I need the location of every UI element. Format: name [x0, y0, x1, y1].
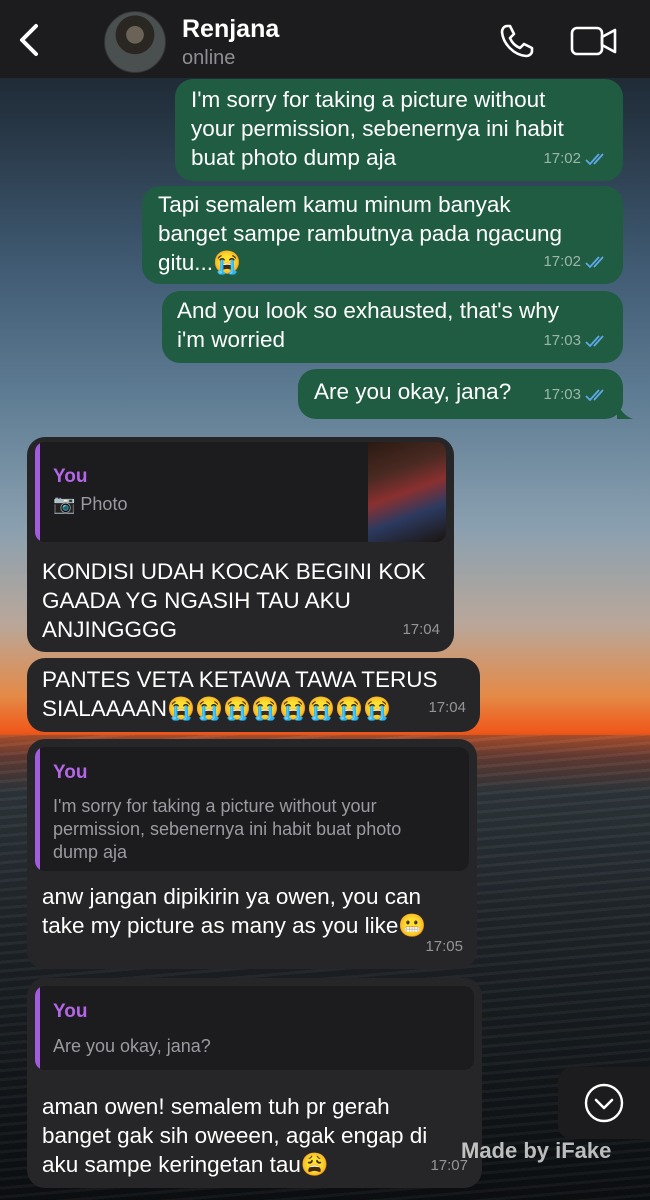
- message-line: aku sampe keringetan tau😩: [42, 1152, 329, 1177]
- message-line: your permission, sebenernya ini habit: [191, 116, 564, 141]
- message-timestamp: 17:02: [543, 144, 609, 173]
- quote-text: Are you okay, jana?: [53, 1036, 211, 1056]
- message-timestamp: 17:02: [543, 247, 609, 276]
- time-text: 17:04: [402, 621, 440, 638]
- message-text: PANTES VETA KETAWA TAWA TERUS SIALAAAAN😭…: [42, 665, 472, 723]
- back-chevron-icon[interactable]: [14, 22, 44, 58]
- phone-call-icon[interactable]: [498, 22, 536, 60]
- time-text: 17:02: [543, 253, 581, 270]
- reply-quote[interactable]: You I'm sorry for taking a picture witho…: [35, 747, 469, 871]
- quote-accent-bar: [35, 986, 40, 1070]
- time-text: 17:05: [425, 938, 463, 955]
- message-text: KONDISI UDAH KOCAK BEGINI KOK GAADA YG N…: [42, 557, 442, 644]
- incoming-message[interactable]: You Are you okay, jana? aman owen! semal…: [27, 978, 482, 1188]
- message-line: Tapi semalem kamu minum banyak: [158, 192, 511, 217]
- quote-author: You: [53, 466, 88, 487]
- message-text: aman owen! semalem tuh pr gerah banget g…: [42, 1092, 472, 1179]
- contact-name[interactable]: Renjana: [182, 15, 279, 44]
- message-line: banget gak sih oweeen, agak engap di: [42, 1123, 428, 1148]
- reply-quote[interactable]: You Are you okay, jana?: [35, 986, 474, 1070]
- incoming-message[interactable]: You I'm sorry for taking a picture witho…: [27, 739, 477, 969]
- message-timestamp: 17:05: [425, 932, 463, 961]
- watermark: Made by iFake: [461, 1138, 612, 1163]
- quote-line: permission, sebenernya ini habit buat ph…: [53, 819, 402, 839]
- read-receipt-icon: [585, 255, 604, 268]
- quote-accent-bar: [35, 747, 40, 871]
- message-line: SIALAAAAN😭😭😭😭😭😭😭😭: [42, 696, 392, 721]
- message-timestamp: 17:04: [402, 615, 440, 644]
- quote-author: You: [53, 762, 88, 783]
- contact-status: online: [182, 47, 236, 69]
- message-timestamp: 17:03: [543, 326, 609, 355]
- message-line: And you look so exhausted, that's why: [177, 298, 560, 323]
- outgoing-message[interactable]: I'm sorry for taking a picture without y…: [175, 79, 623, 181]
- message-line: PANTES VETA KETAWA TAWA TERUS: [42, 667, 438, 692]
- quote-text: I'm sorry for taking a picture without y…: [53, 795, 401, 864]
- message-line: I'm sorry for taking a picture without: [191, 87, 546, 112]
- time-text: 17:03: [543, 386, 581, 403]
- message-line: ANJINGGGG: [42, 617, 178, 642]
- outgoing-message[interactable]: Tapi semalem kamu minum banyak banget sa…: [142, 186, 623, 284]
- message-line: KONDISI UDAH KOCAK BEGINI KOK: [42, 559, 426, 584]
- outgoing-message[interactable]: Are you okay, jana? 17:03: [298, 369, 633, 419]
- message-line: anw jangan dipikirin ya owen, you can: [42, 884, 421, 909]
- quote-line: dump aja: [53, 842, 128, 862]
- video-call-icon[interactable]: [570, 25, 618, 57]
- time-text: 17:02: [543, 150, 581, 167]
- chat-header: Renjana online: [0, 0, 650, 78]
- quote-accent-bar: [35, 442, 40, 542]
- time-text: 17:04: [428, 699, 466, 716]
- outgoing-message[interactable]: And you look so exhausted, that's why i'…: [162, 291, 623, 363]
- read-receipt-icon: [585, 388, 604, 401]
- quote-line: I'm sorry for taking a picture without y…: [53, 796, 377, 816]
- read-receipt-icon: [585, 152, 604, 165]
- message-line: GAADA YG NGASIH TAU AKU: [42, 588, 351, 613]
- quote-author: You: [53, 1001, 88, 1022]
- message-line: take my picture as many as you like😬: [42, 913, 427, 938]
- message-timestamp: 17:03: [543, 380, 609, 409]
- chevron-down-circle-icon: [584, 1083, 624, 1123]
- scroll-to-bottom-button[interactable]: [558, 1067, 650, 1139]
- message-text: Are you okay, jana?: [314, 379, 512, 404]
- bubble-tail: [617, 401, 633, 419]
- quote-photo-label: 📷 Photo: [53, 494, 128, 514]
- time-text: 17:03: [543, 332, 581, 349]
- quoted-photo-thumbnail: [368, 442, 446, 542]
- read-receipt-icon: [585, 334, 604, 347]
- reply-quote[interactable]: You 📷 Photo: [35, 442, 446, 542]
- incoming-message[interactable]: PANTES VETA KETAWA TAWA TERUS SIALAAAAN😭…: [27, 658, 480, 732]
- message-line: banget sampe rambutnya pada ngacung: [158, 221, 563, 246]
- message-text: anw jangan dipikirin ya owen, you can ta…: [42, 882, 467, 940]
- message-timestamp: 17:04: [428, 693, 466, 722]
- incoming-message[interactable]: You 📷 Photo KONDISI UDAH KOCAK BEGINI KO…: [27, 437, 454, 652]
- contact-avatar[interactable]: [104, 11, 166, 73]
- message-line: aman owen! semalem tuh pr gerah: [42, 1094, 390, 1119]
